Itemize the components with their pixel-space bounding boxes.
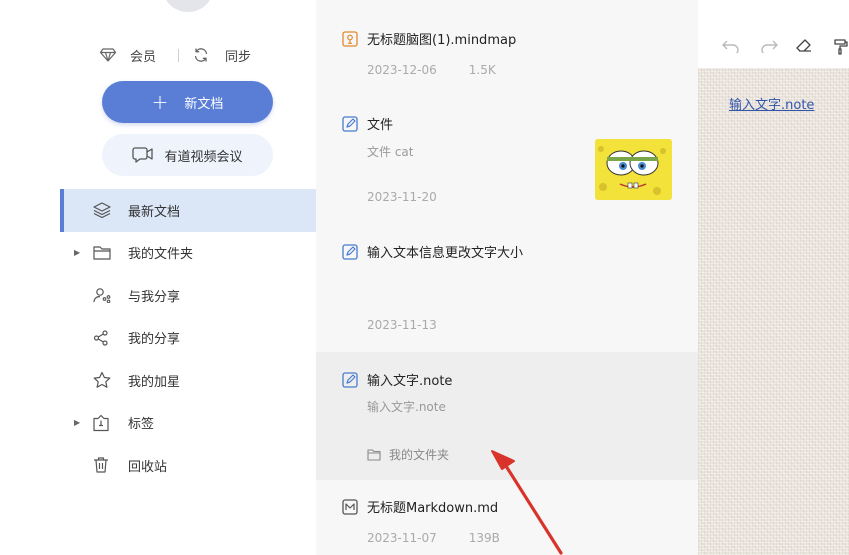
sidebar-item-my-shares[interactable]: 我的分享	[60, 317, 316, 360]
file-title: 无标题脑图(1).mindmap	[367, 33, 517, 48]
sync-button[interactable]: 同步	[193, 46, 251, 65]
sync-icon	[194, 48, 208, 62]
sidebar-item-latest[interactable]: 最新文档	[60, 189, 316, 232]
mindmap-icon	[342, 30, 358, 47]
layers-icon	[93, 202, 111, 219]
caret-right-icon[interactable]: ▶	[74, 248, 80, 257]
new-document-label: 新文档	[184, 96, 224, 112]
file-folder[interactable]: 我的文件夹	[367, 446, 449, 463]
note-canvas[interactable]: 输入文字.note	[698, 68, 849, 555]
diamond-icon	[100, 48, 116, 62]
note-icon	[342, 115, 358, 132]
file-preview: 输入文字.note	[367, 400, 446, 414]
editor-pane: 输入文字.note	[698, 0, 849, 555]
folder-icon	[367, 448, 381, 461]
file-title-row: 无标题脑图(1).mindmap	[342, 29, 516, 48]
sidebar-item-label: 与我分享	[128, 289, 181, 305]
shared-with-me-icon	[93, 287, 111, 304]
file-meta: 2023-12-06 1.5K	[367, 63, 496, 77]
file-meta: 2023-11-20	[367, 190, 437, 204]
file-date: 2023-11-20	[367, 190, 437, 204]
sidebar-nav: 最新文档 ▶ 我的文件夹 与我分享 我的分享 我的加星 ▶ 标签 回收站	[60, 189, 316, 487]
eraser-icon[interactable]	[796, 39, 812, 53]
list-item[interactable]: 输入文本信息更改文字大小 2023-11-13	[316, 222, 698, 350]
sync-label: 同步	[225, 49, 252, 65]
sidebar-item-trash[interactable]: 回收站	[60, 444, 316, 487]
file-title: 文件	[367, 118, 394, 133]
sidebar-item-label: 最新文档	[128, 204, 181, 220]
undo-icon[interactable]	[722, 39, 740, 53]
file-title-row: 文件	[342, 114, 393, 133]
sidebar-item-label: 我的加星	[128, 374, 181, 390]
trash-icon	[93, 457, 109, 473]
sidebar-item-shared-with-me[interactable]: 与我分享	[60, 274, 316, 317]
member-link[interactable]: 会员	[100, 46, 156, 65]
note-icon	[342, 243, 358, 260]
format-painter-icon[interactable]	[834, 39, 848, 55]
sidebar-item-label: 回收站	[128, 459, 168, 475]
avatar[interactable]	[163, 0, 213, 12]
sponge-face-image	[595, 139, 672, 200]
folder-icon	[93, 246, 111, 260]
sidebar-item-label: 标签	[128, 417, 155, 433]
sidebar-item-label: 我的文件夹	[128, 247, 194, 263]
sidebar: 会员 同步 + 新文档 有道视频会议 最新文档 ▶ 我的文件夹 与我分享 我的分…	[0, 0, 316, 555]
list-item[interactable]: 无标题脑图(1).mindmap 2023-12-06 1.5K	[316, 0, 698, 94]
file-meta: 2023-11-07 139B	[367, 531, 500, 545]
file-size: 139B	[468, 531, 500, 545]
file-size: 1.5K	[468, 63, 496, 77]
sidebar-item-label: 我的分享	[128, 332, 181, 348]
sidebar-item-starred[interactable]: 我的加星	[60, 359, 316, 402]
editor-toolbar	[698, 30, 849, 64]
note-attachment-link[interactable]: 输入文字.note	[729, 94, 814, 113]
note-icon	[342, 371, 358, 388]
divider	[178, 48, 180, 62]
file-meta: 2023-11-13	[367, 318, 437, 332]
sidebar-item-my-folders[interactable]: ▶ 我的文件夹	[60, 232, 316, 275]
new-document-button[interactable]: + 新文档	[102, 81, 273, 123]
plus-icon: +	[151, 90, 169, 114]
sidebar-item-tags[interactable]: ▶ 标签	[60, 402, 316, 445]
star-icon	[93, 372, 111, 389]
file-preview: 文件 cat	[367, 145, 414, 159]
tag-icon	[93, 414, 109, 431]
redo-icon[interactable]	[760, 39, 778, 53]
list-item[interactable]: 无标题Markdown.md 2023-11-07 139B	[316, 480, 698, 555]
markdown-icon	[342, 498, 358, 515]
video-meeting-label: 有道视频会议	[164, 149, 243, 165]
account-links: 会员 同步	[100, 44, 251, 66]
file-date: 2023-12-06	[367, 63, 437, 77]
video-camera-icon	[132, 147, 154, 163]
file-title-row: 输入文字.note	[342, 370, 452, 389]
list-item-selected[interactable]: 输入文字.note 输入文字.note 我的文件夹	[316, 352, 698, 480]
file-title: 输入文字.note	[367, 374, 453, 389]
file-date: 2023-11-07	[367, 531, 437, 545]
file-thumbnail	[595, 139, 672, 200]
file-list: 无标题脑图(1).mindmap 2023-12-06 1.5K 文件 文件 c…	[316, 0, 698, 555]
video-meeting-button[interactable]: 有道视频会议	[102, 134, 273, 176]
file-title: 无标题Markdown.md	[367, 501, 499, 516]
share-icon	[93, 330, 109, 346]
file-folder-label: 我的文件夹	[389, 448, 450, 462]
file-title-row: 输入文本信息更改文字大小	[342, 242, 523, 261]
file-title: 输入文本信息更改文字大小	[367, 246, 524, 261]
file-title-row: 无标题Markdown.md	[342, 497, 498, 516]
caret-right-icon[interactable]: ▶	[74, 418, 80, 427]
file-date: 2023-11-13	[367, 318, 437, 332]
member-label: 会员	[130, 49, 157, 65]
